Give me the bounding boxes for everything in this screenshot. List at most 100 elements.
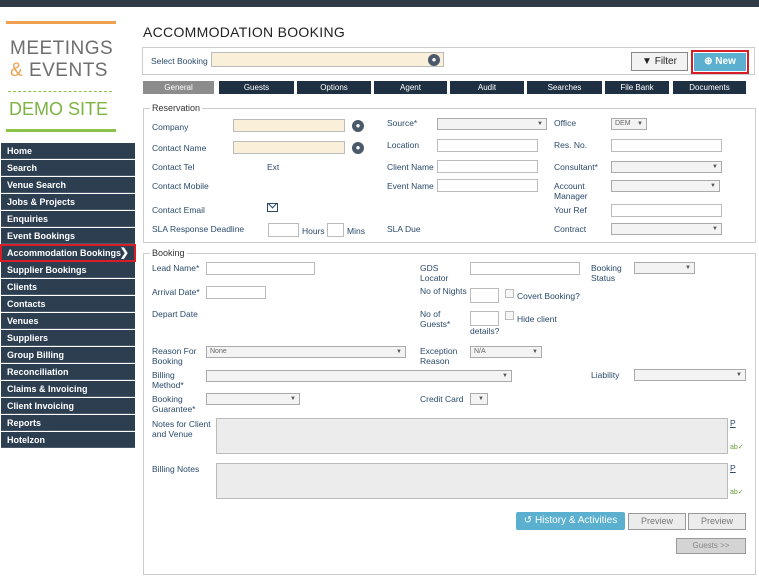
lead-name-input[interactable] (206, 262, 315, 275)
company-input[interactable] (233, 119, 345, 132)
exception-reason-select[interactable]: N/A (470, 346, 542, 358)
tab-agent[interactable]: Agent (374, 81, 447, 94)
nav-item-reconciliation[interactable]: Reconciliation (1, 364, 135, 380)
preview-button-1[interactable]: Preview (628, 513, 686, 530)
nav-item-reports[interactable]: Reports (1, 415, 135, 431)
filter-button[interactable]: ▼ Filter (631, 52, 688, 71)
gds-locator-input[interactable] (470, 262, 580, 275)
hide-client-checkbox[interactable] (505, 311, 514, 320)
nav-item-contacts[interactable]: Contacts (1, 296, 135, 312)
booking-status-select[interactable] (634, 262, 695, 274)
spellcheck-icon[interactable]: ab✓ (730, 443, 744, 453)
location-label: Location (387, 140, 420, 150)
credit-card-select[interactable] (470, 393, 488, 405)
location-input[interactable] (437, 139, 538, 152)
nav-item-supplier-bookings[interactable]: Supplier Bookings (1, 262, 135, 278)
new-button[interactable]: ⊕ New (694, 53, 746, 71)
history-activities-button[interactable]: ↺ History & Activities (516, 512, 625, 530)
contact-email-label: Contact Email (152, 205, 205, 215)
gds-locator-label: GDS Locator (420, 263, 449, 283)
nav-item-clients[interactable]: Clients (1, 279, 135, 295)
nights-input[interactable] (470, 288, 499, 303)
office-label: Office (554, 118, 577, 128)
nav-item-enquiries[interactable]: Enquiries (1, 211, 135, 227)
notes-client-textarea[interactable] (216, 418, 728, 454)
booking-guarantee-select[interactable] (206, 393, 300, 405)
spellcheck-icon[interactable]: ab✓ (730, 488, 744, 498)
tab-file-bank[interactable]: File Bank (605, 81, 669, 94)
guests-next-button[interactable]: Guests >> (676, 538, 746, 554)
res-no-input[interactable] (611, 139, 722, 152)
nav-item-event-bookings[interactable]: Event Bookings (1, 228, 135, 244)
plus-circle-icon: ⊕ (704, 56, 713, 67)
tab-general[interactable]: General (143, 81, 214, 94)
tab-searches[interactable]: Searches (527, 81, 602, 94)
booking-status-label: Booking Status (591, 263, 622, 283)
select-booking-input[interactable] (211, 52, 444, 67)
reason-select[interactable]: None (206, 346, 406, 358)
contact-mobile-label: Contact Mobile (152, 181, 209, 191)
nav-item-accommodation-bookings[interactable]: Accommodation Bookings ❯ (0, 244, 136, 262)
office-select[interactable]: DEM (611, 118, 647, 130)
booking-legend: Booking (150, 248, 187, 258)
logo-events: & EVENTS (10, 60, 108, 81)
depart-date-label: Depart Date (152, 309, 198, 319)
page-title: ACCOMMODATION BOOKING (143, 24, 346, 40)
logo-meetings: MEETINGS (10, 38, 114, 59)
nav-item-venues[interactable]: Venues (1, 313, 135, 329)
nav-item-hotelzon[interactable]: Hotelzon (1, 432, 135, 448)
your-ref-input[interactable] (611, 204, 722, 217)
hours-label: Hours (302, 226, 325, 236)
globe-icon[interactable]: ● (352, 120, 364, 132)
sla-mins-input[interactable] (327, 223, 344, 237)
preview-button-2[interactable]: Preview (688, 513, 746, 530)
ext-label: Ext (267, 162, 280, 172)
account-manager-select[interactable] (611, 180, 720, 192)
source-select[interactable] (437, 118, 547, 130)
company-label: Company (152, 122, 189, 132)
nav-item-venue-search[interactable]: Venue Search (1, 177, 135, 193)
nav-item-label: Accommodation Bookings (7, 248, 122, 258)
envelope-icon[interactable] (267, 198, 278, 212)
contact-name-input[interactable] (233, 141, 345, 154)
tab-documents[interactable]: Documents (673, 81, 746, 94)
logo-demo-site: DEMO SITE (9, 99, 109, 119)
contract-select[interactable] (611, 223, 722, 235)
p-link-2[interactable]: P (730, 463, 736, 473)
liability-select[interactable] (634, 369, 746, 381)
nav-item-search[interactable]: Search (1, 160, 135, 176)
nav-item-client-invoicing[interactable]: Client Invoicing (1, 398, 135, 414)
globe-icon[interactable]: ● (352, 142, 364, 154)
billing-method-select[interactable] (206, 370, 512, 382)
client-name-input[interactable] (437, 160, 538, 173)
nav-item-claims-invoicing[interactable]: Claims & Invoicing (1, 381, 135, 397)
p-link-1[interactable]: P (730, 418, 736, 428)
arrival-date-input[interactable] (206, 286, 266, 299)
billing-notes-textarea[interactable] (216, 463, 728, 499)
tab-audit[interactable]: Audit (450, 81, 524, 94)
contact-name-label: Contact Name (152, 143, 207, 153)
mins-label: Mins (347, 226, 365, 236)
sidebar-nav: Home Search Venue Search Jobs & Projects… (0, 143, 136, 449)
new-button-highlight: ⊕ New (691, 50, 749, 74)
arrival-date-label: Arrival Date* (152, 287, 200, 297)
top-bar (0, 0, 759, 7)
lead-name-label: Lead Name* (152, 263, 200, 273)
nav-item-suppliers[interactable]: Suppliers (1, 330, 135, 346)
tab-options[interactable]: Options (297, 81, 371, 94)
source-label: Source* (387, 118, 418, 128)
event-name-input[interactable] (437, 179, 538, 192)
consultant-select[interactable] (611, 161, 722, 173)
guests-label: No of Guests* (420, 309, 451, 329)
logo-bottom-line (6, 129, 116, 132)
sla-hours-input[interactable] (268, 223, 299, 237)
tab-guests[interactable]: Guests (219, 81, 294, 94)
globe-icon[interactable]: ● (428, 54, 440, 66)
nav-item-home[interactable]: Home (1, 143, 135, 159)
nav-item-group-billing[interactable]: Group Billing (1, 347, 135, 363)
guests-input[interactable] (470, 311, 499, 326)
contact-tel-label: Contact Tel (152, 162, 195, 172)
hide-client-label: Hide client (517, 314, 557, 324)
nav-item-jobs-projects[interactable]: Jobs & Projects (1, 194, 135, 210)
covert-checkbox[interactable] (505, 289, 514, 298)
